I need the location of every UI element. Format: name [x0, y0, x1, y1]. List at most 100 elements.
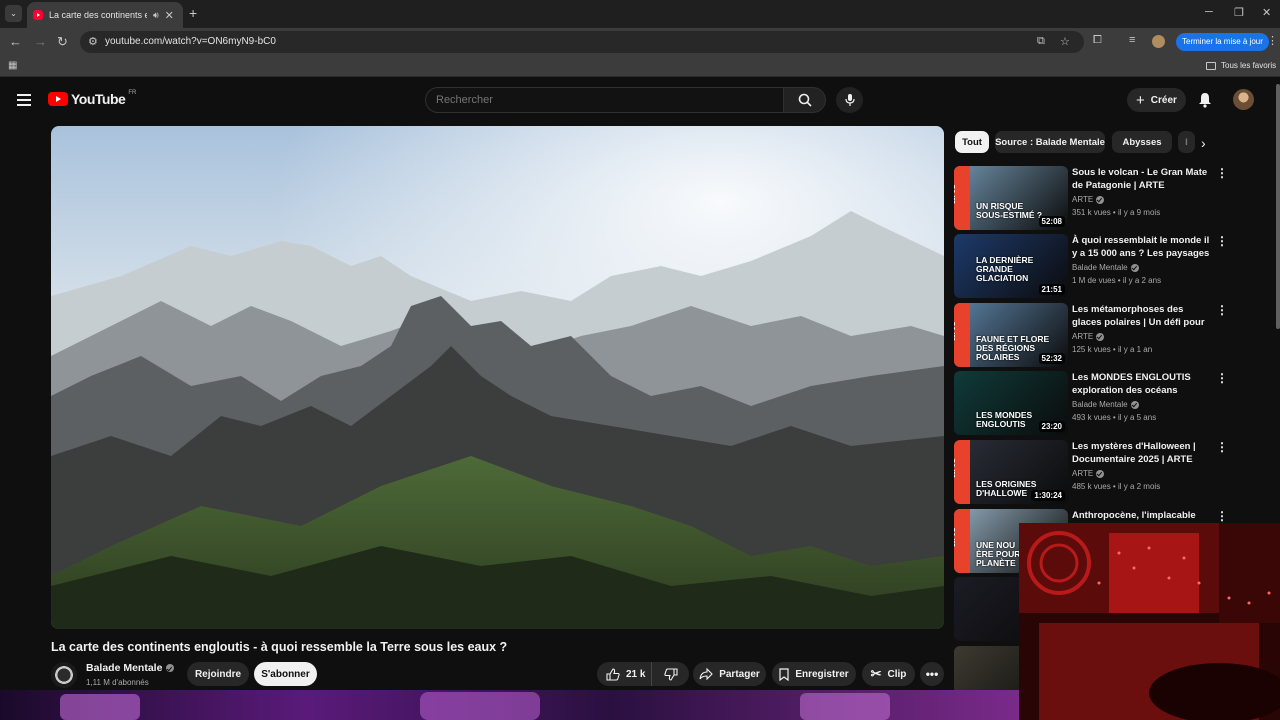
- tab-search-button[interactable]: ⌄: [5, 5, 22, 22]
- recommendation-channel[interactable]: ARTE: [1072, 195, 1093, 204]
- create-button[interactable]: + Créer: [1127, 88, 1186, 112]
- share-button[interactable]: Partager: [693, 662, 766, 686]
- meta-separator: •: [1110, 345, 1118, 354]
- chevron-right-icon[interactable]: ›: [1201, 135, 1206, 151]
- more-vertical-icon[interactable]: ⋮: [1216, 372, 1228, 384]
- join-button[interactable]: Rejoindre: [187, 662, 249, 686]
- upload-age: il y a 9 mois: [1117, 208, 1161, 217]
- new-tab-icon[interactable]: +: [189, 5, 197, 21]
- all-bookmarks-folder[interactable]: Tous les favoris: [1206, 61, 1276, 70]
- recommendation-thumbnail[interactable]: LES MONDES ENGLOUTIS 23:20: [954, 371, 1068, 435]
- browser-tab-active[interactable]: La carte des continents englo 🔊︎ ✕: [27, 2, 183, 28]
- thumbnail-overlay-text: LES MONDES ENGLOUTIS: [976, 410, 1033, 429]
- youtube-favicon-icon: [33, 10, 43, 20]
- more-vertical-icon[interactable]: ⋮: [1216, 304, 1228, 316]
- recommendation-channel[interactable]: Balade Mentale: [1072, 400, 1128, 409]
- more-vertical-icon[interactable]: ⋮: [1216, 235, 1228, 247]
- chip-partial[interactable]: I: [1178, 131, 1195, 153]
- recommendation-channel[interactable]: ARTE: [1072, 469, 1093, 478]
- browser-profile-avatar[interactable]: [1152, 35, 1165, 48]
- recommendation-thumbnail[interactable]: arte LES ORIGINES D'HALLOWE 1:30:24: [954, 440, 1068, 504]
- like-button[interactable]: 21 k: [597, 662, 652, 686]
- recommendation-meta: 125 k vues • il y a 1 an: [1072, 345, 1152, 354]
- account-avatar[interactable]: [1233, 89, 1254, 110]
- verified-badge-icon: [1096, 332, 1105, 341]
- recommendation-item[interactable]: arte UN RISQUE SOUS-ESTIMÉ ? 52:08 Sous le …: [954, 166, 1228, 230]
- recommendation-title[interactable]: Les mystères d'Halloween | Documentaire …: [1072, 440, 1210, 466]
- browser-menu-icon[interactable]: ⋮: [1267, 34, 1278, 47]
- video-player[interactable]: [51, 126, 944, 629]
- recommendation-thumbnail[interactable]: LA DERNIÈRE GRANDE GLACIATION 21:51: [954, 234, 1068, 298]
- search-box[interactable]: [425, 87, 784, 113]
- audio-playing-icon[interactable]: 🔊︎: [153, 10, 159, 21]
- webcam-overlay: [1019, 523, 1280, 720]
- recommendation-thumbnail[interactable]: arte UN RISQUE SOUS-ESTIMÉ ? 52:08: [954, 166, 1068, 230]
- recommendation-thumbnail[interactable]: arte FAUNE ET FLORE DES RÉGIONS POLAIRES 5…: [954, 303, 1068, 367]
- recommendation-channel[interactable]: ARTE: [1072, 332, 1093, 341]
- back-icon[interactable]: ←: [9, 34, 22, 50]
- address-bar[interactable]: ⚙ youtube.com/watch?v=ON6myN9-bC0 ⧉ ☆: [80, 31, 1084, 53]
- forward-icon[interactable]: →: [34, 34, 47, 50]
- meta-separator: •: [1110, 208, 1118, 217]
- duration-badge: 21:51: [1038, 284, 1065, 295]
- duration-badge: 1:30:24: [1031, 490, 1065, 501]
- arte-logo: arte: [954, 509, 970, 573]
- chip-abysses[interactable]: Abysses: [1112, 131, 1172, 153]
- verified-badge-icon: [1096, 195, 1105, 204]
- apps-grid-icon[interactable]: ▦: [8, 60, 17, 71]
- close-window-icon[interactable]: ✕: [1262, 6, 1271, 19]
- youtube-logo[interactable]: YouTube FR: [48, 90, 136, 107]
- arte-logo: arte: [954, 166, 970, 230]
- recommendation-item[interactable]: LES MONDES ENGLOUTIS 23:20 Les MONDES ENGL…: [954, 371, 1228, 435]
- save-button[interactable]: Enregistrer: [772, 662, 856, 686]
- clip-button[interactable]: ✂ Clip: [862, 662, 915, 686]
- subscriber-count: 1,11 M d'abonnés: [86, 678, 149, 687]
- dislike-button[interactable]: [652, 662, 689, 686]
- recommendation-item[interactable]: arte LES ORIGINES D'HALLOWE 1:30:24 Les mys…: [954, 440, 1228, 504]
- recommendation-meta: 1 M de vues • il y a 2 ans: [1072, 276, 1161, 285]
- recommendation-item[interactable]: arte FAUNE ET FLORE DES RÉGIONS POLAIRES 5…: [954, 303, 1228, 367]
- restore-icon[interactable]: ❐: [1234, 6, 1244, 19]
- verified-badge-icon: [166, 664, 175, 672]
- reload-icon[interactable]: ↻: [57, 34, 68, 50]
- channel-name-link[interactable]: Balade Mentale: [86, 662, 175, 674]
- more-vertical-icon[interactable]: ⋮: [1216, 167, 1228, 179]
- voice-search-button[interactable]: [836, 87, 863, 113]
- search-input[interactable]: [436, 94, 736, 106]
- meta-separator: •: [1115, 276, 1123, 285]
- close-tab-icon[interactable]: ✕: [165, 9, 174, 22]
- install-app-icon[interactable]: ⧉: [1037, 35, 1045, 48]
- subscribe-button[interactable]: S'abonner: [254, 662, 317, 686]
- minimize-icon[interactable]: ─: [1205, 6, 1213, 18]
- extensions-icon[interactable]: ⧠: [1093, 34, 1102, 47]
- recommendation-title[interactable]: Sous le volcan - Le Gran Mate de Patagon…: [1072, 166, 1210, 192]
- more-actions-button[interactable]: •••: [920, 662, 944, 686]
- media-controls-icon[interactable]: ≡: [1129, 34, 1135, 46]
- recommendation-title[interactable]: Les MONDES ENGLOUTIS exploration des océ…: [1072, 371, 1210, 397]
- chevron-down-icon: ⌄: [10, 9, 17, 18]
- recommendation-channel[interactable]: Balade Mentale: [1072, 263, 1128, 272]
- update-browser-button[interactable]: Terminer la mise à jour: [1176, 33, 1269, 51]
- recommendation-title[interactable]: Les métamorphoses des glaces polaires | …: [1072, 303, 1210, 330]
- address-bar-url[interactable]: youtube.com/watch?v=ON6myN9-bC0: [105, 36, 276, 47]
- channel-avatar[interactable]: [51, 662, 77, 688]
- thumbs-down-icon: [663, 667, 678, 681]
- recommendation-title[interactable]: À quoi ressemblait le monde il y a 15 00…: [1072, 234, 1210, 261]
- recommendation-item[interactable]: LA DERNIÈRE GRANDE GLACIATION 21:51 À quoi…: [954, 234, 1228, 298]
- share-label: Partager: [719, 668, 760, 680]
- meta-separator: •: [1110, 482, 1118, 491]
- bookmark-star-icon[interactable]: ☆: [1060, 35, 1070, 48]
- page-scrollbar[interactable]: [1276, 84, 1280, 329]
- more-vertical-icon[interactable]: ⋮: [1216, 510, 1228, 522]
- notifications-bell-icon[interactable]: [1198, 92, 1212, 108]
- recommendation-title[interactable]: Anthropocène, l'implacable: [1072, 509, 1210, 522]
- duration-badge: 52:32: [1038, 353, 1065, 364]
- search-button[interactable]: [784, 87, 826, 113]
- recommendation-channel-row: ARTE: [1072, 332, 1105, 341]
- more-vertical-icon[interactable]: ⋮: [1216, 441, 1228, 453]
- chip-all[interactable]: Tout: [955, 131, 989, 153]
- view-count: 493 k vues: [1072, 413, 1111, 422]
- chip-source[interactable]: Source : Balade Mentale: [995, 131, 1105, 153]
- hamburger-menu-icon[interactable]: [17, 94, 31, 106]
- site-info-icon[interactable]: ⚙: [88, 35, 98, 48]
